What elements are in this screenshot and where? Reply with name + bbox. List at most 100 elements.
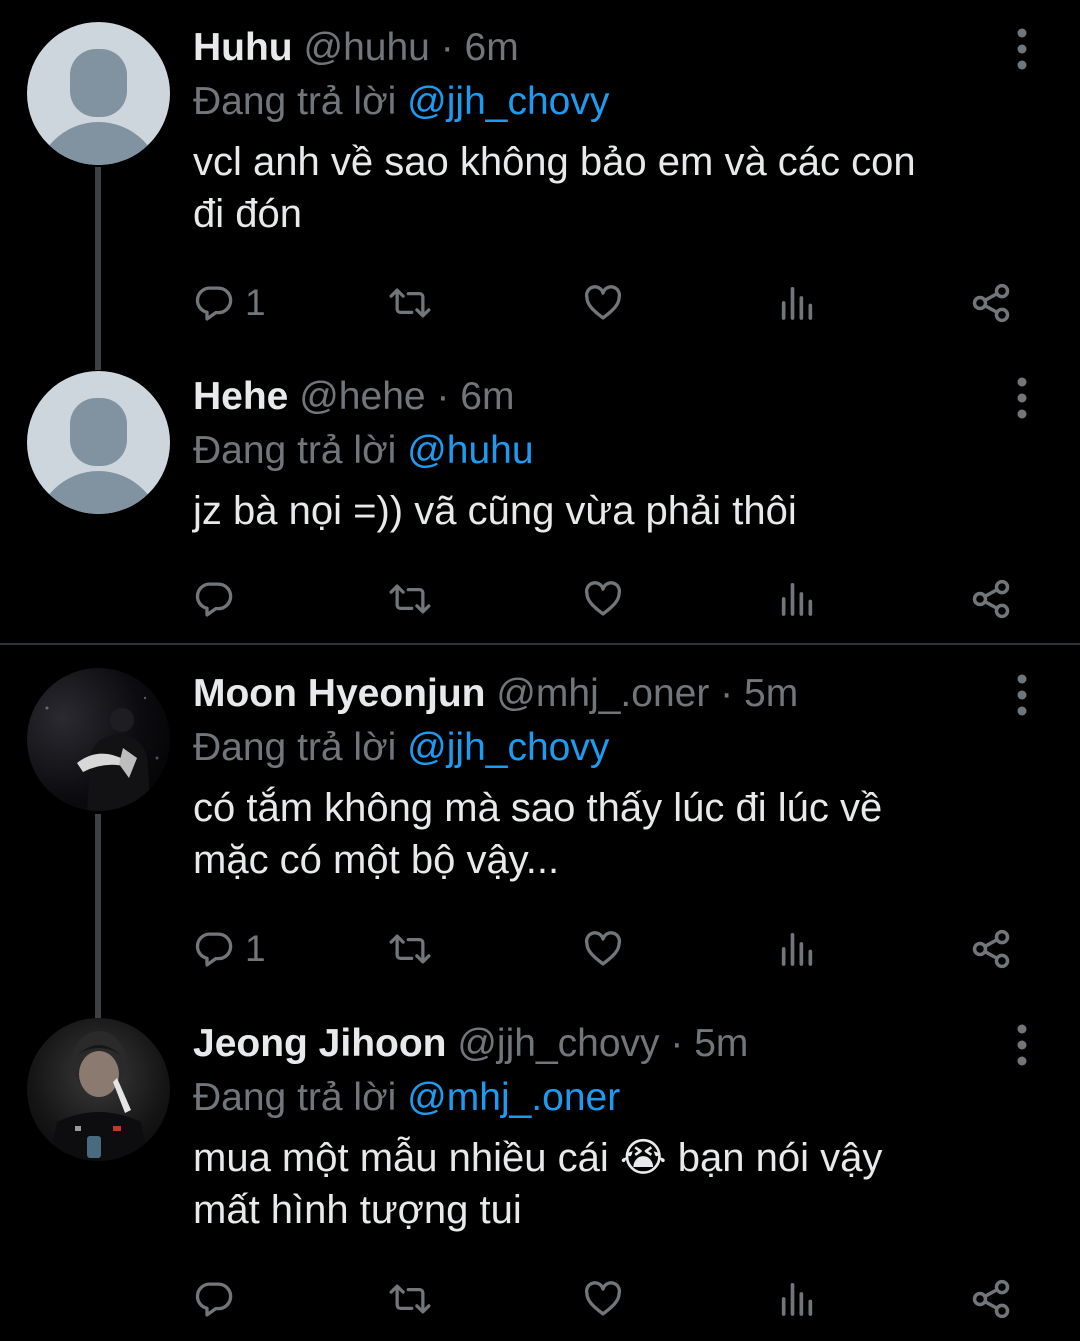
avatar-photo — [45, 696, 159, 811]
retweet-button[interactable] — [386, 1271, 434, 1327]
user-handle[interactable]: @jjh_chovy — [457, 1022, 659, 1065]
share-icon — [969, 927, 1013, 971]
action-bar — [0, 1271, 1080, 1327]
views-button[interactable] — [777, 275, 817, 331]
views-icon — [777, 1278, 817, 1320]
replying-mention[interactable]: @jjh_chovy — [407, 80, 609, 123]
tweet-text-line: đi đón — [193, 192, 302, 236]
avatar[interactable] — [27, 371, 170, 514]
replying-mention[interactable]: @jjh_chovy — [407, 726, 609, 769]
retweet-icon — [386, 928, 434, 970]
replying-to: Đang trả lời @jjh_chovy — [193, 76, 609, 128]
retweet-icon — [386, 1278, 434, 1320]
more-icon[interactable] — [1004, 1020, 1040, 1066]
replying-to: Đang trả lời @huhu — [193, 425, 534, 477]
replying-to: Đang trả lời @jjh_chovy — [193, 722, 609, 774]
tweet-text-line: vcl anh về sao không bảo em và các con — [193, 140, 916, 184]
display-name[interactable]: Hehe — [193, 375, 288, 418]
action-bar: 1 — [0, 921, 1080, 977]
thread-line — [95, 167, 101, 370]
replying-prefix: Đang trả lời — [193, 726, 397, 769]
retweet-button[interactable] — [386, 921, 434, 977]
tweet-text-line: mặc có một bộ vậy... — [193, 838, 560, 882]
reply-button[interactable]: 1 — [193, 921, 266, 977]
like-icon — [582, 1278, 624, 1320]
display-name[interactable]: Huhu — [193, 26, 293, 69]
reply-count: 1 — [245, 282, 266, 323]
replying-mention[interactable]: @mhj_.oner — [407, 1076, 620, 1119]
replying-prefix: Đang trả lời — [193, 1076, 397, 1119]
display-name[interactable]: Moon Hyeonjun — [193, 672, 485, 715]
reply-icon — [193, 1278, 235, 1320]
views-button[interactable] — [777, 1271, 817, 1327]
tweet-text-line: mua một mẫu nhiều cái 😭 bạn nói vậy — [193, 1136, 883, 1180]
reply-count: 1 — [245, 928, 266, 969]
reply-button[interactable] — [193, 1271, 245, 1327]
reply-icon — [193, 578, 235, 620]
like-button[interactable] — [582, 571, 624, 627]
tweet-header: Moon Hyeonjun @mhj_.oner · 5m — [193, 668, 798, 720]
avatar[interactable] — [27, 1018, 170, 1161]
views-icon — [777, 928, 817, 970]
tweet-header: Jeong Jihoon @jjh_chovy · 5m — [193, 1018, 748, 1070]
timestamp[interactable]: 6m — [460, 375, 514, 418]
replying-mention[interactable]: @huhu — [407, 429, 533, 472]
user-handle[interactable]: @mhj_.oner — [496, 672, 709, 715]
timestamp[interactable]: 5m — [744, 672, 798, 715]
default-avatar-head — [70, 398, 127, 466]
reply-button[interactable]: 1 — [193, 275, 266, 331]
tweet-text: mua một mẫu nhiều cái 😭 bạn nói vậy mất … — [193, 1132, 1033, 1236]
user-handle[interactable]: @huhu — [303, 26, 429, 69]
tweet-text: có tắm không mà sao thấy lúc đi lúc về m… — [193, 782, 1033, 886]
thread-line — [95, 814, 101, 1018]
tweet-text: vcl anh về sao không bảo em và các con đ… — [193, 136, 1033, 240]
display-name[interactable]: Jeong Jihoon — [193, 1022, 447, 1065]
tweet-header: Huhu @huhu · 6m — [193, 22, 519, 74]
separator-dot: · — [670, 1022, 684, 1065]
retweet-icon — [386, 282, 434, 324]
separator-dot: · — [440, 26, 454, 69]
user-handle[interactable]: @hehe — [299, 375, 425, 418]
like-button[interactable] — [582, 275, 624, 331]
default-avatar-body — [35, 122, 162, 165]
retweet-button[interactable] — [386, 275, 434, 331]
timestamp[interactable]: 6m — [465, 26, 519, 69]
like-button[interactable] — [582, 921, 624, 977]
like-icon — [582, 578, 624, 620]
share-button[interactable] — [969, 921, 1013, 977]
replying-to: Đang trả lời @mhj_.oner — [193, 1072, 620, 1124]
tweet-text-line: có tắm không mà sao thấy lúc đi lúc về — [193, 786, 883, 830]
tweet-text-line: jz bà nọi =)) vã cũng vừa phải thôi — [193, 489, 797, 533]
retweet-button[interactable] — [386, 571, 434, 627]
views-button[interactable] — [777, 571, 817, 627]
avatar-photo — [49, 1031, 149, 1161]
separator-dot: · — [436, 375, 450, 418]
reply-icon — [193, 282, 235, 324]
separator-dot: · — [720, 672, 734, 715]
reply-button[interactable] — [193, 571, 245, 627]
share-button[interactable] — [969, 275, 1013, 331]
tweet-text-line: mất hình tượng tui — [193, 1188, 522, 1232]
retweet-icon — [386, 578, 434, 620]
default-avatar-head — [70, 49, 127, 117]
timestamp[interactable]: 5m — [694, 1022, 748, 1065]
views-icon — [777, 578, 817, 620]
views-icon — [777, 282, 817, 324]
share-icon — [969, 1277, 1013, 1321]
views-button[interactable] — [777, 921, 817, 977]
share-icon — [969, 281, 1013, 325]
action-bar: 1 — [0, 275, 1080, 331]
avatar[interactable] — [27, 22, 170, 165]
action-bar — [0, 571, 1080, 627]
like-button[interactable] — [582, 1271, 624, 1327]
share-button[interactable] — [969, 571, 1013, 627]
tweet-text: jz bà nọi =)) vã cũng vừa phải thôi — [193, 485, 1033, 537]
share-button[interactable] — [969, 1271, 1013, 1327]
tweet-header: Hehe @hehe · 6m — [193, 371, 514, 423]
default-avatar-body — [35, 471, 162, 514]
more-icon[interactable] — [1004, 670, 1040, 716]
avatar[interactable] — [27, 668, 170, 811]
like-icon — [582, 928, 624, 970]
more-icon[interactable] — [1004, 24, 1040, 70]
more-icon[interactable] — [1004, 373, 1040, 419]
